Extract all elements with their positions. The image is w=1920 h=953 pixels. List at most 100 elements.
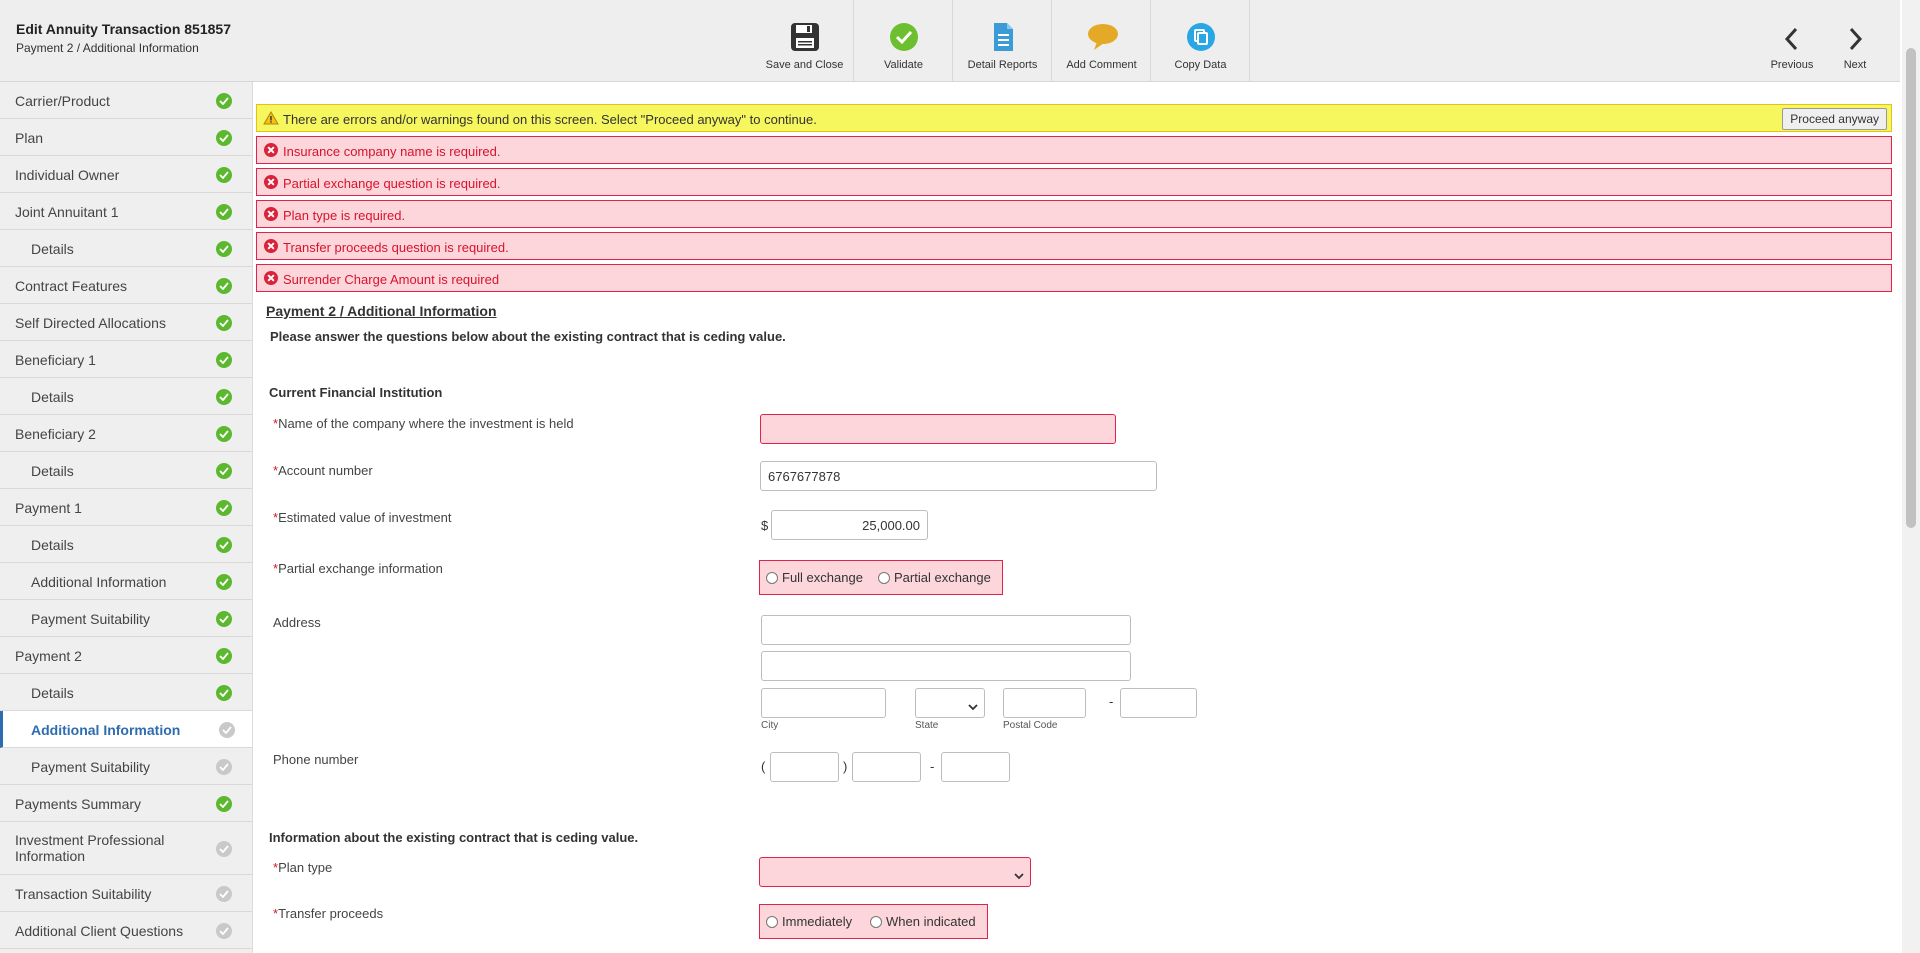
sidebar-item[interactable]: Additional Information	[0, 563, 252, 600]
sidebar-item[interactable]: Self Directed Allocations	[0, 304, 252, 341]
phone-dash: -	[930, 759, 935, 774]
plan-type-label: *Plan type	[273, 860, 333, 875]
status-check-icon	[216, 537, 232, 553]
error-message: Transfer proceeds question is required.	[256, 232, 1892, 260]
sidebar-item[interactable]: Individual Owner	[0, 156, 252, 193]
sidebar-item[interactable]: Contract Features	[0, 267, 252, 304]
partial-exchange-radio-group: Full exchange Partial exchange	[759, 560, 1003, 595]
sidebar-item-label: Beneficiary 2	[15, 426, 96, 442]
currency-symbol: $	[761, 518, 769, 533]
account-number-label: *Account number	[273, 463, 373, 478]
sidebar-item-label: Payment 1	[15, 500, 82, 516]
sidebar-item[interactable]: Beneficiary 2	[0, 415, 252, 452]
phone-line-input[interactable]	[941, 752, 1010, 782]
sidebar-item[interactable]: Payment 2	[0, 637, 252, 674]
sidebar-item-label: Carrier/Product	[15, 93, 110, 109]
sidebar-item[interactable]: Payment 1	[0, 489, 252, 526]
error-circle-icon	[264, 271, 278, 285]
proceed-anyway-button[interactable]: Proceed anyway	[1782, 108, 1887, 130]
sidebar-item-label: Details	[31, 685, 74, 701]
status-check-icon	[216, 759, 232, 775]
sidebar-item-label: Beneficiary 1	[15, 352, 96, 368]
sidebar-item[interactable]: Beneficiary 1	[0, 341, 252, 378]
postal-dash: -	[1109, 694, 1114, 709]
phone-open-paren: (	[761, 759, 766, 774]
sidebar-item[interactable]: Payments Summary	[0, 785, 252, 822]
error-message: Plan type is required.	[256, 200, 1892, 228]
company-name-input[interactable]	[760, 414, 1116, 444]
error-circle-icon	[264, 239, 278, 253]
sidebar-item[interactable]: Transaction Suitability	[0, 875, 252, 912]
sidebar-item-label: Payment Suitability	[31, 611, 151, 627]
sidebar-item[interactable]: Details	[0, 378, 252, 415]
when-indicated-radio[interactable]	[870, 916, 882, 928]
status-check-icon	[216, 574, 232, 590]
status-check-icon	[216, 93, 232, 109]
sidebar-item[interactable]: Additional Information	[0, 711, 252, 748]
error-text: Surrender Charge Amount is required	[283, 272, 500, 287]
phone-area-code-input[interactable]	[770, 752, 839, 782]
form-intro: Please answer the questions below about …	[270, 329, 786, 344]
sidebar-item[interactable]: Details	[0, 526, 252, 563]
company-name-label: *Name of the company where the investmen…	[273, 416, 574, 431]
address-line2-input[interactable]	[761, 651, 1131, 681]
address-line1-input[interactable]	[761, 615, 1131, 645]
scrollbar-thumb[interactable]	[1906, 48, 1916, 528]
phone-prefix-input[interactable]	[852, 752, 921, 782]
full-exchange-radio[interactable]	[766, 572, 778, 584]
sidebar-item-label: Individual Owner	[15, 167, 120, 183]
page-subtitle: Payment 2 / Additional Information	[16, 41, 199, 55]
phone-close-paren: )	[843, 759, 848, 774]
section-title: Payment 2 / Additional Information	[266, 303, 497, 319]
city-input[interactable]	[761, 688, 886, 718]
error-text: Insurance company name is required.	[283, 144, 501, 159]
sidebar-item[interactable]: Joint Annuitant 1	[0, 193, 252, 230]
error-circle-icon	[264, 143, 278, 157]
status-check-icon	[216, 130, 232, 146]
status-check-icon	[216, 796, 232, 812]
estimated-value-label: *Estimated value of investment	[273, 510, 452, 525]
partial-exchange-radio[interactable]	[878, 572, 890, 584]
sidebar-item[interactable]: Additional Client Questions	[0, 912, 252, 949]
error-circle-icon	[264, 175, 278, 189]
status-check-icon	[216, 841, 232, 857]
postal-extension-input[interactable]	[1120, 688, 1197, 718]
sidebar-item[interactable]: Payment Suitability	[0, 600, 252, 637]
status-check-icon	[216, 685, 232, 701]
state-select[interactable]	[915, 688, 985, 718]
error-message: Partial exchange question is required.	[256, 168, 1892, 196]
validation-messages: There are errors and/or warnings found o…	[256, 104, 1892, 296]
sidebar-item[interactable]: Details	[0, 230, 252, 267]
estimated-value-input[interactable]	[771, 510, 928, 540]
sidebar-item[interactable]: Details	[0, 452, 252, 489]
plan-type-select[interactable]	[759, 857, 1031, 887]
page-title: Edit Annuity Transaction 851857	[16, 21, 231, 37]
account-number-input[interactable]	[760, 461, 1157, 491]
sidebar-item-label: Details	[31, 463, 74, 479]
sidebar-item-label: Payment Suitability	[31, 759, 151, 775]
status-check-icon	[216, 315, 232, 331]
transfer-proceeds-label: *Transfer proceeds	[273, 906, 384, 921]
sidebar-item[interactable]: Details	[0, 674, 252, 711]
status-check-icon	[219, 722, 235, 738]
error-text: Partial exchange question is required.	[283, 176, 501, 191]
transfer-proceeds-radio-group: Immediately When indicated	[759, 904, 988, 939]
sidebar-item-label: Joint Annuitant 1	[15, 204, 119, 220]
partial-exchange-option-label: Partial exchange	[894, 570, 991, 585]
sidebar-item-label: Plan	[15, 130, 44, 146]
status-check-icon	[216, 500, 232, 516]
sidebar-item[interactable]: Investment Professional Information	[0, 822, 252, 875]
sidebar-item-label: Transaction Suitability	[15, 886, 152, 902]
sidebar-item-label: Self Directed Allocations	[15, 315, 166, 331]
immediately-radio[interactable]	[766, 916, 778, 928]
vertical-scrollbar[interactable]	[1902, 0, 1920, 953]
sidebar-item-label: Payments Summary	[15, 796, 142, 812]
sidebar-item-label: Details	[31, 537, 74, 553]
address-label: Address	[273, 615, 321, 630]
sidebar-item[interactable]: Payment Suitability	[0, 748, 252, 785]
sidebar-item[interactable]: Plan	[0, 119, 252, 156]
sidebar-item[interactable]: Carrier/Product	[0, 82, 252, 119]
status-check-icon	[216, 648, 232, 664]
postal-code-input[interactable]	[1003, 688, 1086, 718]
city-label: City	[761, 720, 779, 731]
